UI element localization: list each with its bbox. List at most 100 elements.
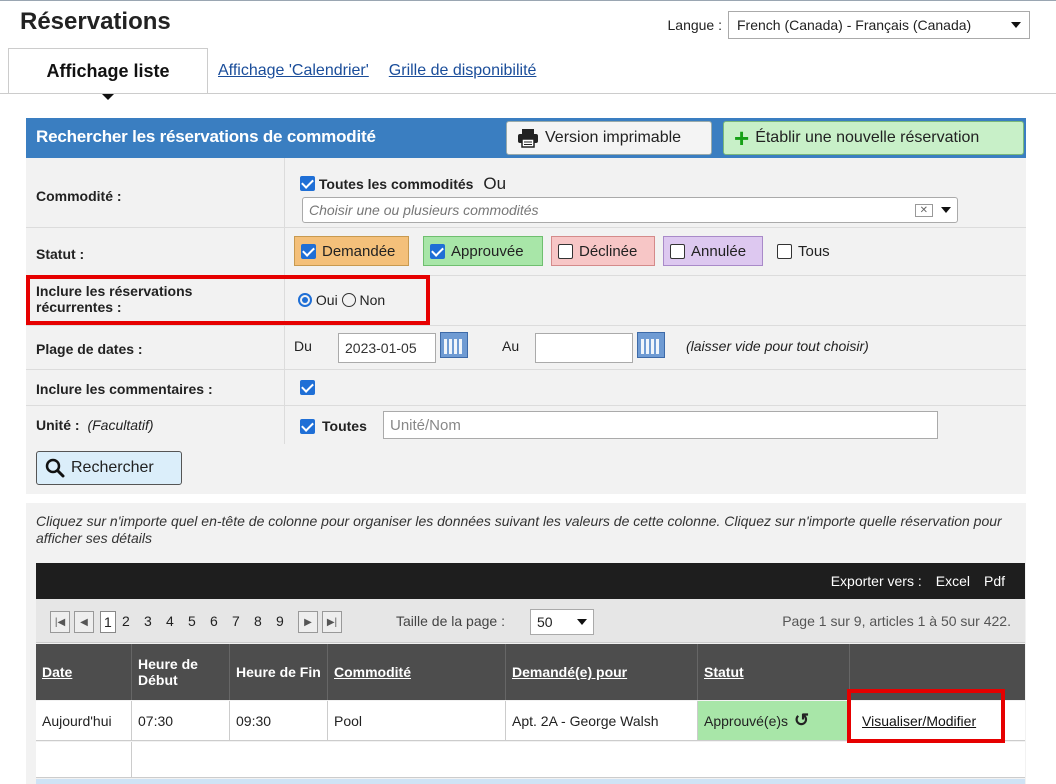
comments-checkbox[interactable] — [300, 380, 315, 395]
language-selected: French (Canada) - Français (Canada) — [737, 17, 972, 33]
comments-row: Inclure les commentaires : — [26, 370, 1026, 406]
page-title: Réservations — [20, 8, 171, 35]
clear-icon[interactable]: ✕ — [914, 203, 933, 217]
date-from-label: Du — [294, 338, 312, 354]
page-link[interactable]: 5 — [188, 613, 196, 629]
page-link[interactable]: 4 — [166, 613, 174, 629]
tab-list-view[interactable]: Affichage liste — [8, 48, 208, 100]
new-reservation-label: Établir une nouvelle réservation — [755, 129, 980, 146]
active-tab-arrow-icon — [101, 93, 115, 100]
column-header-date[interactable]: Date — [36, 644, 132, 700]
column-header-start[interactable]: Heure de Début — [132, 644, 230, 700]
last-page-icon[interactable]: ▶| — [322, 611, 342, 633]
column-header-amenity[interactable]: Commodité — [328, 644, 506, 700]
chevron-down-icon — [577, 619, 587, 625]
cell-status: Approuvé(e)s ↺ — [698, 701, 850, 740]
language-label: Langue : — [667, 17, 723, 33]
page-link[interactable]: 7 — [232, 613, 240, 629]
row-divider — [284, 370, 285, 405]
recurring-icon: ↺ — [794, 710, 810, 730]
page-summary: Page 1 sur 9, articles 1 à 50 sur 422. — [782, 613, 1011, 629]
new-reservation-button[interactable]: + Établir une nouvelle réservation — [723, 121, 1024, 155]
status-all-checkbox[interactable] — [777, 243, 792, 259]
cell-date — [36, 742, 132, 777]
all-amenities-label: Toutes les commodités — [318, 176, 474, 192]
calendar-icon[interactable] — [637, 332, 665, 358]
status-row: Statut : Demandée Approuvée Déclinée Ann… — [26, 228, 1026, 276]
column-header-end[interactable]: Heure de Fin — [230, 644, 328, 700]
tab-divider — [0, 93, 1056, 94]
unit-optional: (Facultatif) — [87, 417, 154, 433]
export-excel-link[interactable]: Excel — [936, 573, 970, 589]
table-row[interactable] — [36, 742, 1025, 778]
status-cancelled-checkbox[interactable] — [670, 243, 685, 259]
pager: |◀ ◀ 1 2 3 4 5 6 7 8 9 ▶ ▶| Taille de la… — [36, 599, 1025, 643]
plus-icon: + — [734, 123, 750, 153]
page-link[interactable]: 9 — [276, 613, 284, 629]
column-header-requested-for[interactable]: Demandé(e) pour — [506, 644, 698, 700]
next-row-edge — [36, 779, 1025, 784]
date-to-input[interactable] — [535, 333, 633, 363]
unit-label-group: Unité : (Facultatif) — [36, 417, 154, 433]
page-link[interactable]: 8 — [254, 613, 262, 629]
unit-label: Unité : — [36, 417, 80, 433]
first-page-icon[interactable]: |◀ — [50, 611, 70, 633]
print-version-button[interactable]: Version imprimable — [506, 121, 712, 155]
page-link[interactable]: 3 — [144, 613, 152, 629]
date-to-label: Au — [502, 338, 520, 354]
status-all-option[interactable]: Tous — [771, 236, 841, 266]
cell-requested-for: Apt. 2A - George Walsh — [506, 701, 698, 740]
tab-availability-grid[interactable]: Grille de disponibilité — [379, 48, 547, 94]
cell-amenity: Pool — [328, 701, 506, 740]
top-border — [0, 0, 1056, 1]
chevron-down-icon[interactable] — [941, 207, 951, 213]
page-link-current[interactable]: 1 — [100, 611, 116, 633]
or-label: Ou — [483, 174, 507, 193]
status-requested-option[interactable]: Demandée — [294, 236, 409, 266]
export-bar: Exporter vers : Excel Pdf — [36, 563, 1025, 599]
all-amenities-checkbox[interactable] — [300, 176, 315, 191]
all-units-label: Toutes — [322, 418, 367, 434]
tab-calendar-view[interactable]: Affichage 'Calendrier' — [208, 48, 379, 94]
calendar-icon[interactable] — [440, 332, 468, 358]
amenity-row: Commodité : Toutes les commodités Ou Cho… — [26, 158, 1026, 228]
status-declined-label: Déclinée — [579, 242, 638, 260]
chevron-down-icon — [1011, 22, 1021, 28]
status-declined-checkbox[interactable] — [558, 243, 573, 259]
next-page-icon[interactable]: ▶ — [298, 611, 318, 633]
view-edit-highlight-box — [847, 689, 1005, 743]
search-button[interactable]: Rechercher — [36, 451, 182, 485]
results-hint: Cliquez sur n'importe quel en-tête de co… — [36, 513, 1002, 546]
comments-label: Inclure les commentaires : — [36, 381, 213, 397]
prev-page-icon[interactable]: ◀ — [74, 611, 94, 633]
row-divider — [284, 406, 285, 444]
date-range-label: Plage de dates : — [36, 341, 143, 357]
page-link[interactable]: 2 — [122, 613, 130, 629]
recurring-highlight-box — [26, 275, 430, 325]
export-pdf-link[interactable]: Pdf — [984, 573, 1005, 589]
page-size-select[interactable]: 50 — [530, 609, 594, 635]
status-declined-option[interactable]: Déclinée — [551, 236, 655, 266]
page-link[interactable]: 6 — [210, 613, 218, 629]
date-from-input[interactable]: 2023-01-05 — [338, 333, 436, 363]
search-button-label: Rechercher — [71, 459, 154, 476]
row-divider — [284, 326, 285, 369]
unit-row: Unité : (Facultatif) Toutes Unité/Nom — [26, 406, 1026, 444]
status-requested-checkbox[interactable] — [301, 243, 316, 259]
unit-search-input[interactable]: Unité/Nom — [383, 411, 938, 439]
all-units-checkbox[interactable] — [300, 419, 315, 434]
page-size-label: Taille de la page : — [396, 613, 505, 629]
print-version-label: Version imprimable — [545, 129, 682, 146]
language-select[interactable]: French (Canada) - Français (Canada) — [728, 11, 1030, 39]
status-cancelled-label: Annulée — [691, 242, 747, 260]
status-all-label: Tous — [798, 242, 830, 260]
status-approved-checkbox[interactable] — [430, 243, 445, 259]
status-approved-option[interactable]: Approuvée — [423, 236, 543, 266]
status-cancelled-option[interactable]: Annulée — [663, 236, 763, 266]
search-icon — [45, 458, 65, 478]
amenity-multiselect[interactable]: Choisir une ou plusieurs commodités ✕ — [302, 197, 958, 223]
cell-end: 09:30 — [230, 701, 328, 740]
printer-icon — [518, 129, 538, 148]
column-header-status[interactable]: Statut — [698, 644, 850, 700]
cell-date: Aujourd'hui — [36, 701, 132, 740]
